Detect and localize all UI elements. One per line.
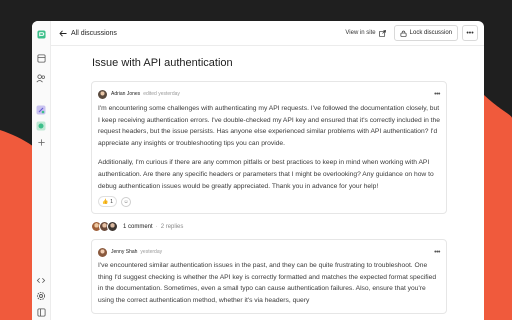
more-options-button[interactable]: •••: [462, 25, 478, 41]
post-meta: edited yesterday: [143, 91, 180, 97]
view-in-site-link[interactable]: View in site: [345, 29, 386, 37]
post-author[interactable]: Adrian Jones: [111, 91, 140, 97]
original-post: Adrian Jones edited yesterday ••• I'm en…: [91, 81, 447, 215]
comment-options-button[interactable]: •••: [434, 249, 440, 256]
thread-summary[interactable]: 1 comment · 2 replies: [91, 221, 447, 233]
back-to-discussions-link[interactable]: All discussions: [59, 30, 117, 37]
inbox-icon[interactable]: [36, 53, 46, 63]
view-in-site-label: View in site: [345, 30, 376, 36]
community-avatar-icon-2[interactable]: [36, 121, 46, 131]
community-avatar-icon[interactable]: [36, 105, 46, 115]
avatar[interactable]: [98, 89, 107, 99]
reaction-thumbs-up[interactable]: 👍 1: [98, 196, 118, 208]
members-icon[interactable]: [36, 73, 46, 83]
post-options-button[interactable]: •••: [434, 91, 440, 98]
app-window: All discussions View in site Lock discus…: [32, 21, 484, 320]
participant-avatars: [91, 221, 118, 233]
thumbs-up-icon: 👍: [102, 198, 109, 205]
sidebar-rail: [32, 21, 51, 320]
reaction-count: 1: [110, 198, 114, 205]
code-icon[interactable]: [36, 275, 46, 285]
add-reaction-button[interactable]: ☺: [121, 196, 132, 207]
top-bar: All discussions View in site Lock discus…: [51, 21, 484, 46]
comment-count: 1 comment: [123, 223, 153, 230]
collapse-sidebar-icon[interactable]: [36, 307, 46, 317]
post-paragraph: I'm encountering some challenges with au…: [98, 105, 440, 147]
lock-discussion-button[interactable]: Lock discussion: [393, 25, 458, 41]
arrow-left-icon: [59, 29, 67, 37]
settings-gear-icon[interactable]: [36, 291, 46, 301]
comment-card: Jenny Shah yesterday ••• I've encountere…: [91, 239, 447, 314]
avatar[interactable]: [98, 247, 107, 257]
post-paragraph: Additionally, I'm curious if there are a…: [98, 159, 434, 190]
add-community-icon[interactable]: [36, 137, 46, 147]
page-title: Issue with API authentication: [92, 57, 233, 69]
comment-text: I've encountered similar authentication …: [98, 262, 437, 304]
external-link-icon: [378, 29, 386, 37]
reply-count: 2 replies: [160, 223, 184, 230]
discussion-content: Issue with API authentication Adrian Jon…: [91, 57, 447, 314]
smiley-icon: ☺: [123, 198, 129, 205]
comment-author[interactable]: Jenny Shah: [111, 249, 137, 255]
avatar: [107, 221, 118, 233]
comment-meta: yesterday: [140, 249, 163, 256]
app-logo-icon[interactable]: [36, 29, 46, 39]
back-label: All discussions: [71, 29, 117, 37]
more-dots-icon: •••: [466, 29, 474, 37]
lock-icon: [400, 30, 407, 37]
lock-discussion-label: Lock discussion: [409, 30, 452, 36]
separator-dot: ·: [155, 223, 158, 230]
